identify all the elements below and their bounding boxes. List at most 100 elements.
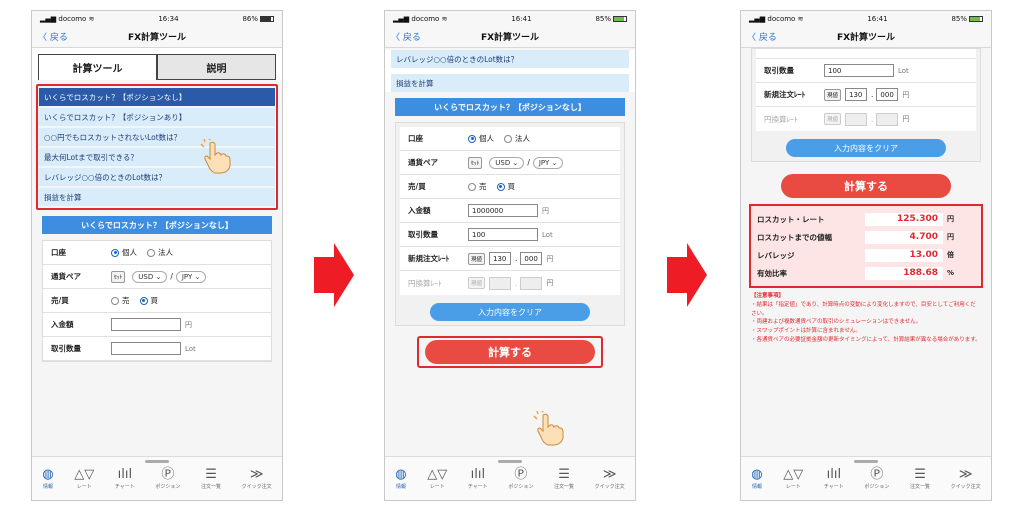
rate-integer-input[interactable]: 130 <box>845 88 868 101</box>
tab-order-list[interactable]: ☰ 注文一覧 <box>910 467 930 490</box>
conversion-rate-label: 円換算ﾚｰﾄ <box>764 114 798 124</box>
drag-handle[interactable] <box>498 460 522 463</box>
result-unit: 円 <box>947 233 954 241</box>
tab-chart[interactable]: ılıl チャート <box>824 467 844 490</box>
result-value: 13.00 <box>865 248 943 262</box>
calc-button-highlight-frame: 計算する <box>417 336 603 368</box>
lot-row: 取引数量 100 Lot <box>400 223 620 247</box>
conversion-current-button: 現値 <box>468 277 486 289</box>
rate-integer-input[interactable]: 130 <box>489 252 512 265</box>
conversion-dot: . <box>515 278 518 288</box>
menu-item-leverage-lot[interactable]: レバレッジ○○倍のときのLot数は？ <box>39 168 275 186</box>
deposit-input[interactable] <box>111 318 181 331</box>
battery-status: 85% <box>595 15 627 23</box>
rate-decimal-input[interactable]: 000 <box>876 88 899 101</box>
tab-info[interactable]: ◍ 情報 <box>42 467 53 490</box>
pair-set-button[interactable]: ｾｯﾄ <box>111 270 126 283</box>
nav-bar: 〈 戻る FX計算ツール <box>385 26 635 48</box>
chart-icon: ılıl <box>826 467 842 482</box>
tab-quick-order[interactable]: ≫ クイック注文 <box>951 467 981 490</box>
side-buy-radio[interactable]: 買 <box>139 295 158 306</box>
account-corp-radio[interactable]: 法人 <box>504 133 530 144</box>
arrow-right-icon <box>667 243 707 307</box>
menu-item-leverage-lot[interactable]: レバレッジ○○倍のときのLot数は？ <box>391 50 629 68</box>
tab-position[interactable]: Ⓟ ポジション <box>508 467 533 490</box>
tab-calc-tool[interactable]: 計算ツール <box>38 54 157 80</box>
lot-input[interactable] <box>111 342 181 355</box>
menu-item-profit-loss[interactable]: 損益を計算 <box>39 188 275 206</box>
tab-order-list[interactable]: ☰ 注文一覧 <box>554 467 574 490</box>
side-sell-radio[interactable]: 売 <box>111 295 130 306</box>
tab-rate[interactable]: △▽ レート <box>783 467 803 490</box>
base-currency-select[interactable]: USD ⌄ <box>489 156 525 169</box>
calculate-button[interactable]: 計算する <box>781 174 951 198</box>
tab-chart[interactable]: ılıl チャート <box>115 467 135 490</box>
lot-unit: Lot <box>542 230 553 239</box>
menu-item-profit-loss[interactable]: 損益を計算 <box>391 74 629 92</box>
clear-input-button[interactable]: 入力内容をクリア <box>430 303 590 321</box>
content-area: 計算ツール 説明 いくらでロスカット？【ポジションなし】 いくらでロスカット？【… <box>32 48 282 456</box>
lot-row: 取引数量 Lot <box>43 337 271 361</box>
lot-unit: Lot <box>898 66 909 75</box>
menu-item-safe-lot[interactable]: ○○円でもロスカットされないLot数は？ <box>39 128 275 146</box>
menu-item-losscut-with-position[interactable]: いくらでロスカット？【ポジションあり】 <box>39 108 275 126</box>
tab-order-list[interactable]: ☰ 注文一覧 <box>201 467 221 490</box>
account-row: 口座 個人 法人 <box>400 127 620 151</box>
tab-explanation[interactable]: 説明 <box>157 54 276 80</box>
conversion-decimal-input <box>876 112 899 126</box>
drag-handle[interactable] <box>145 460 169 463</box>
nav-title: FX計算ツール <box>480 33 540 43</box>
deposit-row: 入金額 円 <box>43 313 271 337</box>
menu-highlight-frame: いくらでロスカット？【ポジションなし】 いくらでロスカット？【ポジションあり】 … <box>36 84 278 210</box>
pair-separator: / <box>170 272 173 281</box>
status-time: 16:34 <box>158 14 179 23</box>
side-buy-radio[interactable]: 買 <box>496 181 515 192</box>
result-row: 有効比率 188.68 % <box>755 264 977 282</box>
tab-position[interactable]: Ⓟ ポジション <box>155 467 180 490</box>
lot-input[interactable]: 100 <box>468 228 538 241</box>
account-corp-radio[interactable]: 法人 <box>147 247 173 258</box>
tab-rate[interactable]: △▽ レート <box>427 467 447 490</box>
account-personal-radio[interactable]: 個人 <box>111 247 137 258</box>
rate-decimal-input[interactable]: 000 <box>520 252 543 265</box>
nav-bar: 〈 戻る FX計算ツール <box>741 26 991 48</box>
status-bar: ▂▄▆ docomo ≋ 16:41 85% <box>741 11 991 26</box>
tab-position[interactable]: Ⓟ ポジション <box>864 467 889 490</box>
base-currency-select[interactable]: USD ⌄ <box>132 270 168 283</box>
pair-set-button[interactable]: ｾｯﾄ <box>468 156 483 169</box>
side-label: 売/買 <box>408 182 426 191</box>
tab-rate[interactable]: △▽ レート <box>74 467 94 490</box>
tab-info[interactable]: ◍ 情報 <box>751 467 762 490</box>
battery-status: 86% <box>242 15 274 23</box>
clear-input-button[interactable]: 入力内容をクリア <box>786 139 946 157</box>
tab-quick-order[interactable]: ≫ クイック注文 <box>595 467 625 490</box>
globe-icon: ◍ <box>395 467 407 482</box>
current-rate-button[interactable]: 現値 <box>468 252 486 265</box>
notes-line: ・結果は「指定値」であり、計算時点の変動により変化しますので、目安としてご利用く… <box>751 301 976 317</box>
lot-input[interactable]: 100 <box>824 64 894 77</box>
back-button[interactable]: 〈 戻る <box>38 30 68 43</box>
calc-form: 取引数量 100 Lot 新規注文ﾚｰﾄ 現値 130 . 000 円 円換算ﾚ… <box>751 48 981 162</box>
current-rate-button[interactable]: 現値 <box>824 88 842 101</box>
menu-item-losscut-no-position[interactable]: いくらでロスカット？【ポジションなし】 <box>39 88 275 106</box>
battery-icon <box>260 15 274 22</box>
globe-icon: ◍ <box>751 467 763 482</box>
deposit-input[interactable]: 1000000 <box>468 204 538 217</box>
list-icon: ☰ <box>914 467 926 482</box>
drag-handle[interactable] <box>854 460 878 463</box>
back-button[interactable]: 〈 戻る <box>747 30 777 43</box>
tab-chart[interactable]: ılıl チャート <box>468 467 488 490</box>
account-personal-radio[interactable]: 個人 <box>468 133 494 144</box>
quote-currency-select[interactable]: JPY ⌄ <box>532 156 564 169</box>
calculate-button[interactable]: 計算する <box>425 340 595 364</box>
tab-quick-order[interactable]: ≫ クイック注文 <box>242 467 272 490</box>
status-time: 16:41 <box>867 14 888 23</box>
menu-item-max-lot[interactable]: 最大何Lotまで取引できる？ <box>39 148 275 166</box>
tab-info[interactable]: ◍ 情報 <box>395 467 406 490</box>
side-sell-radio[interactable]: 売 <box>468 181 487 192</box>
conversion-decimal-input <box>520 276 543 290</box>
back-button[interactable]: 〈 戻る <box>391 30 421 43</box>
quick-icon: ≫ <box>958 467 973 482</box>
carrier-label: ▂▄▆ docomo ≋ <box>393 14 448 23</box>
quote-currency-select[interactable]: JPY ⌄ <box>175 270 207 283</box>
